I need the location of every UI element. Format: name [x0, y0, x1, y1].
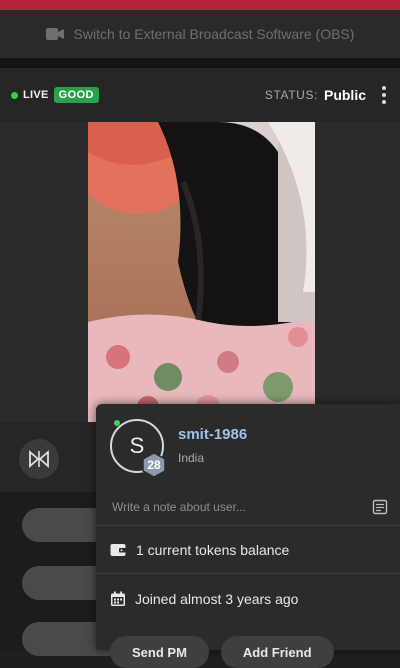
split-view-button[interactable] [19, 439, 59, 479]
user-note-row [96, 488, 400, 526]
top-accent-bar [0, 0, 400, 10]
user-actions: Send PM Add Friend [110, 636, 334, 668]
joined-date-text: Joined almost 3 years ago [135, 591, 299, 607]
divider-strip [0, 58, 400, 68]
wallet-icon [110, 543, 127, 556]
tokens-balance-text: 1 current tokens balance [136, 541, 290, 558]
stream-status-bar: LIVE GOOD STATUS: Public [0, 68, 400, 122]
split-view-icon [29, 450, 49, 468]
video-camera-icon [45, 28, 64, 40]
connection-quality-badge: GOOD [53, 87, 99, 103]
switch-to-obs-label: Switch to External Broadcast Software (O… [73, 26, 355, 42]
level-number: 28 [147, 458, 161, 472]
tokens-balance-row: 1 current tokens balance [96, 526, 400, 574]
note-icon[interactable] [372, 499, 388, 515]
user-country: India [178, 451, 205, 465]
joined-date-row: Joined almost 3 years ago [96, 574, 400, 624]
avatar[interactable]: S 28 [110, 419, 166, 478]
status-value[interactable]: Public [324, 87, 366, 103]
status-label: STATUS: [264, 88, 318, 102]
send-pm-button[interactable]: Send PM [110, 636, 209, 668]
video-preview [88, 122, 315, 422]
online-status-dot [114, 420, 120, 426]
kebab-menu-icon[interactable] [380, 82, 388, 108]
live-label: LIVE [23, 89, 49, 101]
live-indicator-dot [11, 91, 18, 99]
user-note-input[interactable] [110, 498, 372, 515]
username-link[interactable]: smit-1986 [178, 426, 247, 443]
level-badge: 28 [142, 452, 166, 478]
add-friend-button[interactable]: Add Friend [220, 636, 334, 668]
user-info-card: S 28 smit-1986 India 1 current tokens ba… [96, 404, 400, 668]
switch-to-obs-button[interactable]: Switch to External Broadcast Software (O… [0, 10, 400, 58]
calendar-icon [111, 591, 125, 606]
